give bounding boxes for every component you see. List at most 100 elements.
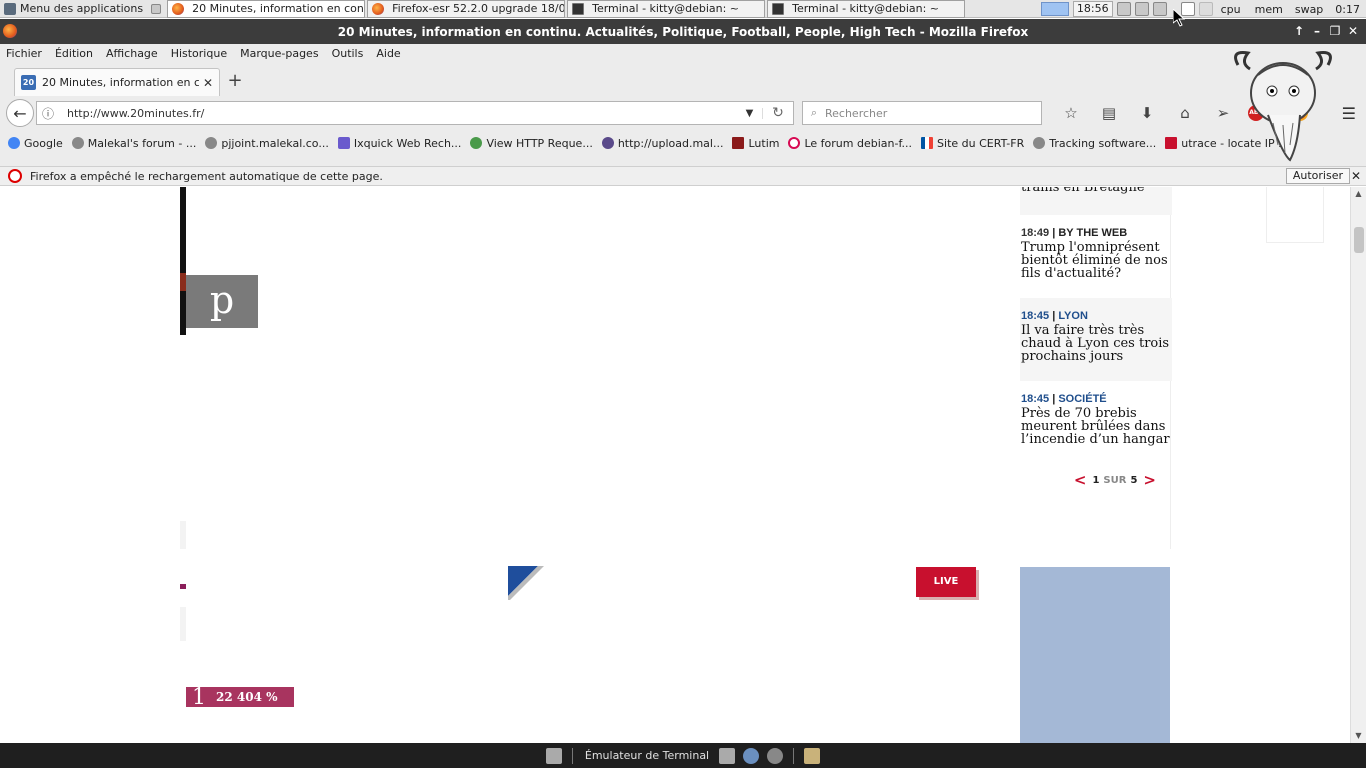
page-scrollbar[interactable]: ▲ ▼: [1350, 187, 1366, 743]
back-button[interactable]: ←: [6, 99, 34, 127]
globe-icon: [1033, 137, 1046, 149]
notification-tray-icon[interactable]: [1198, 2, 1213, 16]
task-terminal-1[interactable]: Terminal - kitty@debian: ~: [567, 0, 766, 18]
bookmark-tracking-software[interactable]: Tracking software...: [1033, 137, 1156, 150]
task-firefox-upgrade[interactable]: Firefox-esr 52.2.0 upgrade 18/06/...: [367, 0, 566, 18]
news-time: 18:45: [1021, 393, 1050, 405]
window-controls: ↑ – ❐ ✕: [1290, 22, 1362, 40]
bookmark-google[interactable]: Google: [8, 137, 63, 150]
network-tray-icon[interactable]: [1134, 2, 1149, 16]
menu-fichier[interactable]: Fichier: [6, 47, 42, 60]
task-firefox-20minutes[interactable]: 20 Minutes, information en contin...: [167, 0, 366, 18]
placeholder-image-p[interactable]: p: [186, 275, 258, 328]
magenta-marker: [180, 584, 186, 589]
url-dropdown-icon[interactable]: ▼: [737, 107, 763, 119]
file-manager-icon[interactable]: [719, 747, 736, 764]
menu-historique[interactable]: Historique: [171, 47, 227, 60]
window-list-tray-icon[interactable]: [1152, 2, 1167, 16]
scroll-up-icon[interactable]: ▲: [1351, 187, 1366, 201]
home-icon[interactable]: ⌂: [1166, 104, 1204, 122]
minimize-icon[interactable]: –: [1308, 22, 1326, 40]
url-text[interactable]: http://www.20minutes.fr/: [59, 107, 737, 120]
menu-marque-pages[interactable]: Marque-pages: [240, 47, 318, 60]
news-title: trains en Bretagne: [1021, 187, 1145, 195]
menu-aide[interactable]: Aide: [376, 47, 400, 60]
menu-outils[interactable]: Outils: [332, 47, 364, 60]
mouse-cursor-icon: [1173, 9, 1185, 27]
firefox-icon: [3, 24, 17, 38]
url-bar[interactable]: ⓘ http://www.20minutes.fr/ ▼ ↻: [36, 101, 794, 125]
menu-edition[interactable]: Édition: [55, 47, 93, 60]
task-label: Terminal - kitty@debian: ~: [592, 2, 740, 15]
news-meta: 18:45 | SOCIÉTÉ: [1021, 393, 1107, 405]
live-badge[interactable]: LIVE: [916, 567, 976, 597]
bookmark-label: Site du CERT-FR: [937, 136, 1025, 150]
menu-affichage[interactable]: Affichage: [106, 47, 158, 60]
search-bar[interactable]: ⌕ Rechercher: [802, 101, 1042, 125]
news-meta: 18:45 | LYON: [1021, 310, 1088, 322]
news-time: 18:49: [1021, 227, 1050, 239]
close-notification-icon[interactable]: ✕: [1351, 169, 1361, 183]
tab-20minutes[interactable]: 20 20 Minutes, information en c... ✕: [14, 68, 220, 96]
pager-prev-button[interactable]: <: [1074, 471, 1087, 489]
workspace-indicator[interactable]: [1040, 2, 1069, 16]
news-title: Trump l'omniprésent bientôt éliminé de n…: [1021, 240, 1168, 281]
upload-icon: [601, 137, 614, 149]
task-terminal-2[interactable]: Terminal - kitty@debian: ~: [767, 0, 966, 18]
scroll-down-icon[interactable]: ▼: [1351, 729, 1366, 743]
applications-menu-icon: [4, 2, 16, 15]
bookmark-label: pjjoint.malekal.co...: [221, 136, 329, 150]
bookmark-label: Tracking software...: [1049, 136, 1157, 150]
window-icon[interactable]: [151, 3, 162, 14]
score-banner[interactable]: 1 22 404 %: [186, 685, 294, 710]
browser-chrome: Fichier Édition Affichage Historique Mar…: [0, 44, 1366, 167]
news-item[interactable]: 18:45 | LYON Il va faire très très chaud…: [1020, 298, 1172, 381]
bookmark-ixquick[interactable]: Ixquick Web Rech...: [337, 137, 461, 150]
reload-icon[interactable]: ↻: [763, 105, 793, 121]
bookmark-malekal-forum[interactable]: Malekal's forum - ...: [71, 137, 196, 150]
site-info-icon[interactable]: ⓘ: [37, 105, 59, 122]
notification-message: Firefox a empêché le rechargement automa…: [30, 169, 383, 183]
magnifier-tray-icon[interactable]: [1116, 2, 1131, 16]
close-window-icon[interactable]: ✕: [1344, 22, 1362, 40]
toolbar-icons: ☆ ▤ ⬇ ⌂ ➢: [1052, 104, 1242, 122]
news-item-partial[interactable]: trains en Bretagne: [1020, 187, 1172, 215]
scroll-thumb[interactable]: [1354, 227, 1364, 253]
window-titlebar[interactable]: 20 Minutes, information en continu. Actu…: [0, 19, 1366, 44]
menu-hamburger-icon[interactable]: ☰: [1342, 104, 1356, 123]
bookmark-debian-forum[interactable]: Le forum debian-f...: [788, 137, 912, 150]
allow-button[interactable]: Autoriser: [1285, 168, 1350, 184]
task-label: Firefox-esr 52.2.0 upgrade 18/06/...: [392, 2, 566, 15]
applications-menu-button[interactable]: Menu des applications: [0, 0, 165, 18]
bookmark-view-http[interactable]: View HTTP Reque...: [470, 137, 593, 150]
close-tab-icon[interactable]: ✕: [203, 76, 213, 90]
reading-list-icon[interactable]: ▤: [1090, 104, 1128, 122]
gnu-head-icon: [1234, 51, 1332, 162]
bookmark-cert-fr[interactable]: Site du CERT-FR: [921, 137, 1024, 150]
folder-icon[interactable]: [804, 747, 821, 764]
terminal-launcher[interactable]: Émulateur de Terminal: [585, 749, 709, 762]
show-desktop-icon[interactable]: [545, 747, 562, 764]
pager-next-button[interactable]: >: [1143, 471, 1156, 489]
applications-menu-label: Menu des applications: [20, 2, 144, 15]
bookmark-pjjoint[interactable]: pjjoint.malekal.co...: [205, 137, 329, 150]
app-finder-icon[interactable]: [767, 747, 784, 764]
bookmarks-toolbar: Google Malekal's forum - ... pjjoint.mal…: [0, 130, 1366, 156]
maximize-icon[interactable]: ❐: [1326, 22, 1344, 40]
web-browser-icon[interactable]: [743, 747, 760, 764]
bookmark-star-icon[interactable]: ☆: [1052, 104, 1090, 122]
clock: 0:17: [1335, 2, 1360, 16]
bottom-panel: Émulateur de Terminal: [0, 743, 1366, 768]
news-item[interactable]: 18:49 | BY THE WEB Trump l'omniprésent b…: [1020, 215, 1172, 298]
shade-band: [180, 607, 186, 641]
bookmark-upload-malekal[interactable]: http://upload.mal...: [601, 137, 723, 150]
new-tab-button[interactable]: +: [224, 68, 246, 96]
downloads-icon[interactable]: ⬇: [1128, 104, 1166, 122]
news-item[interactable]: 18:45 | SOCIÉTÉ Près de 70 brebis meuren…: [1020, 381, 1172, 464]
tab-title: 20 Minutes, information en c...: [42, 76, 199, 89]
terminal-icon: [772, 2, 785, 15]
bookmark-lutim[interactable]: Lutim: [732, 137, 779, 150]
side-blue-panel: [1020, 567, 1170, 743]
pager-current: 1: [1092, 474, 1100, 486]
keep-above-icon[interactable]: ↑: [1290, 22, 1308, 40]
